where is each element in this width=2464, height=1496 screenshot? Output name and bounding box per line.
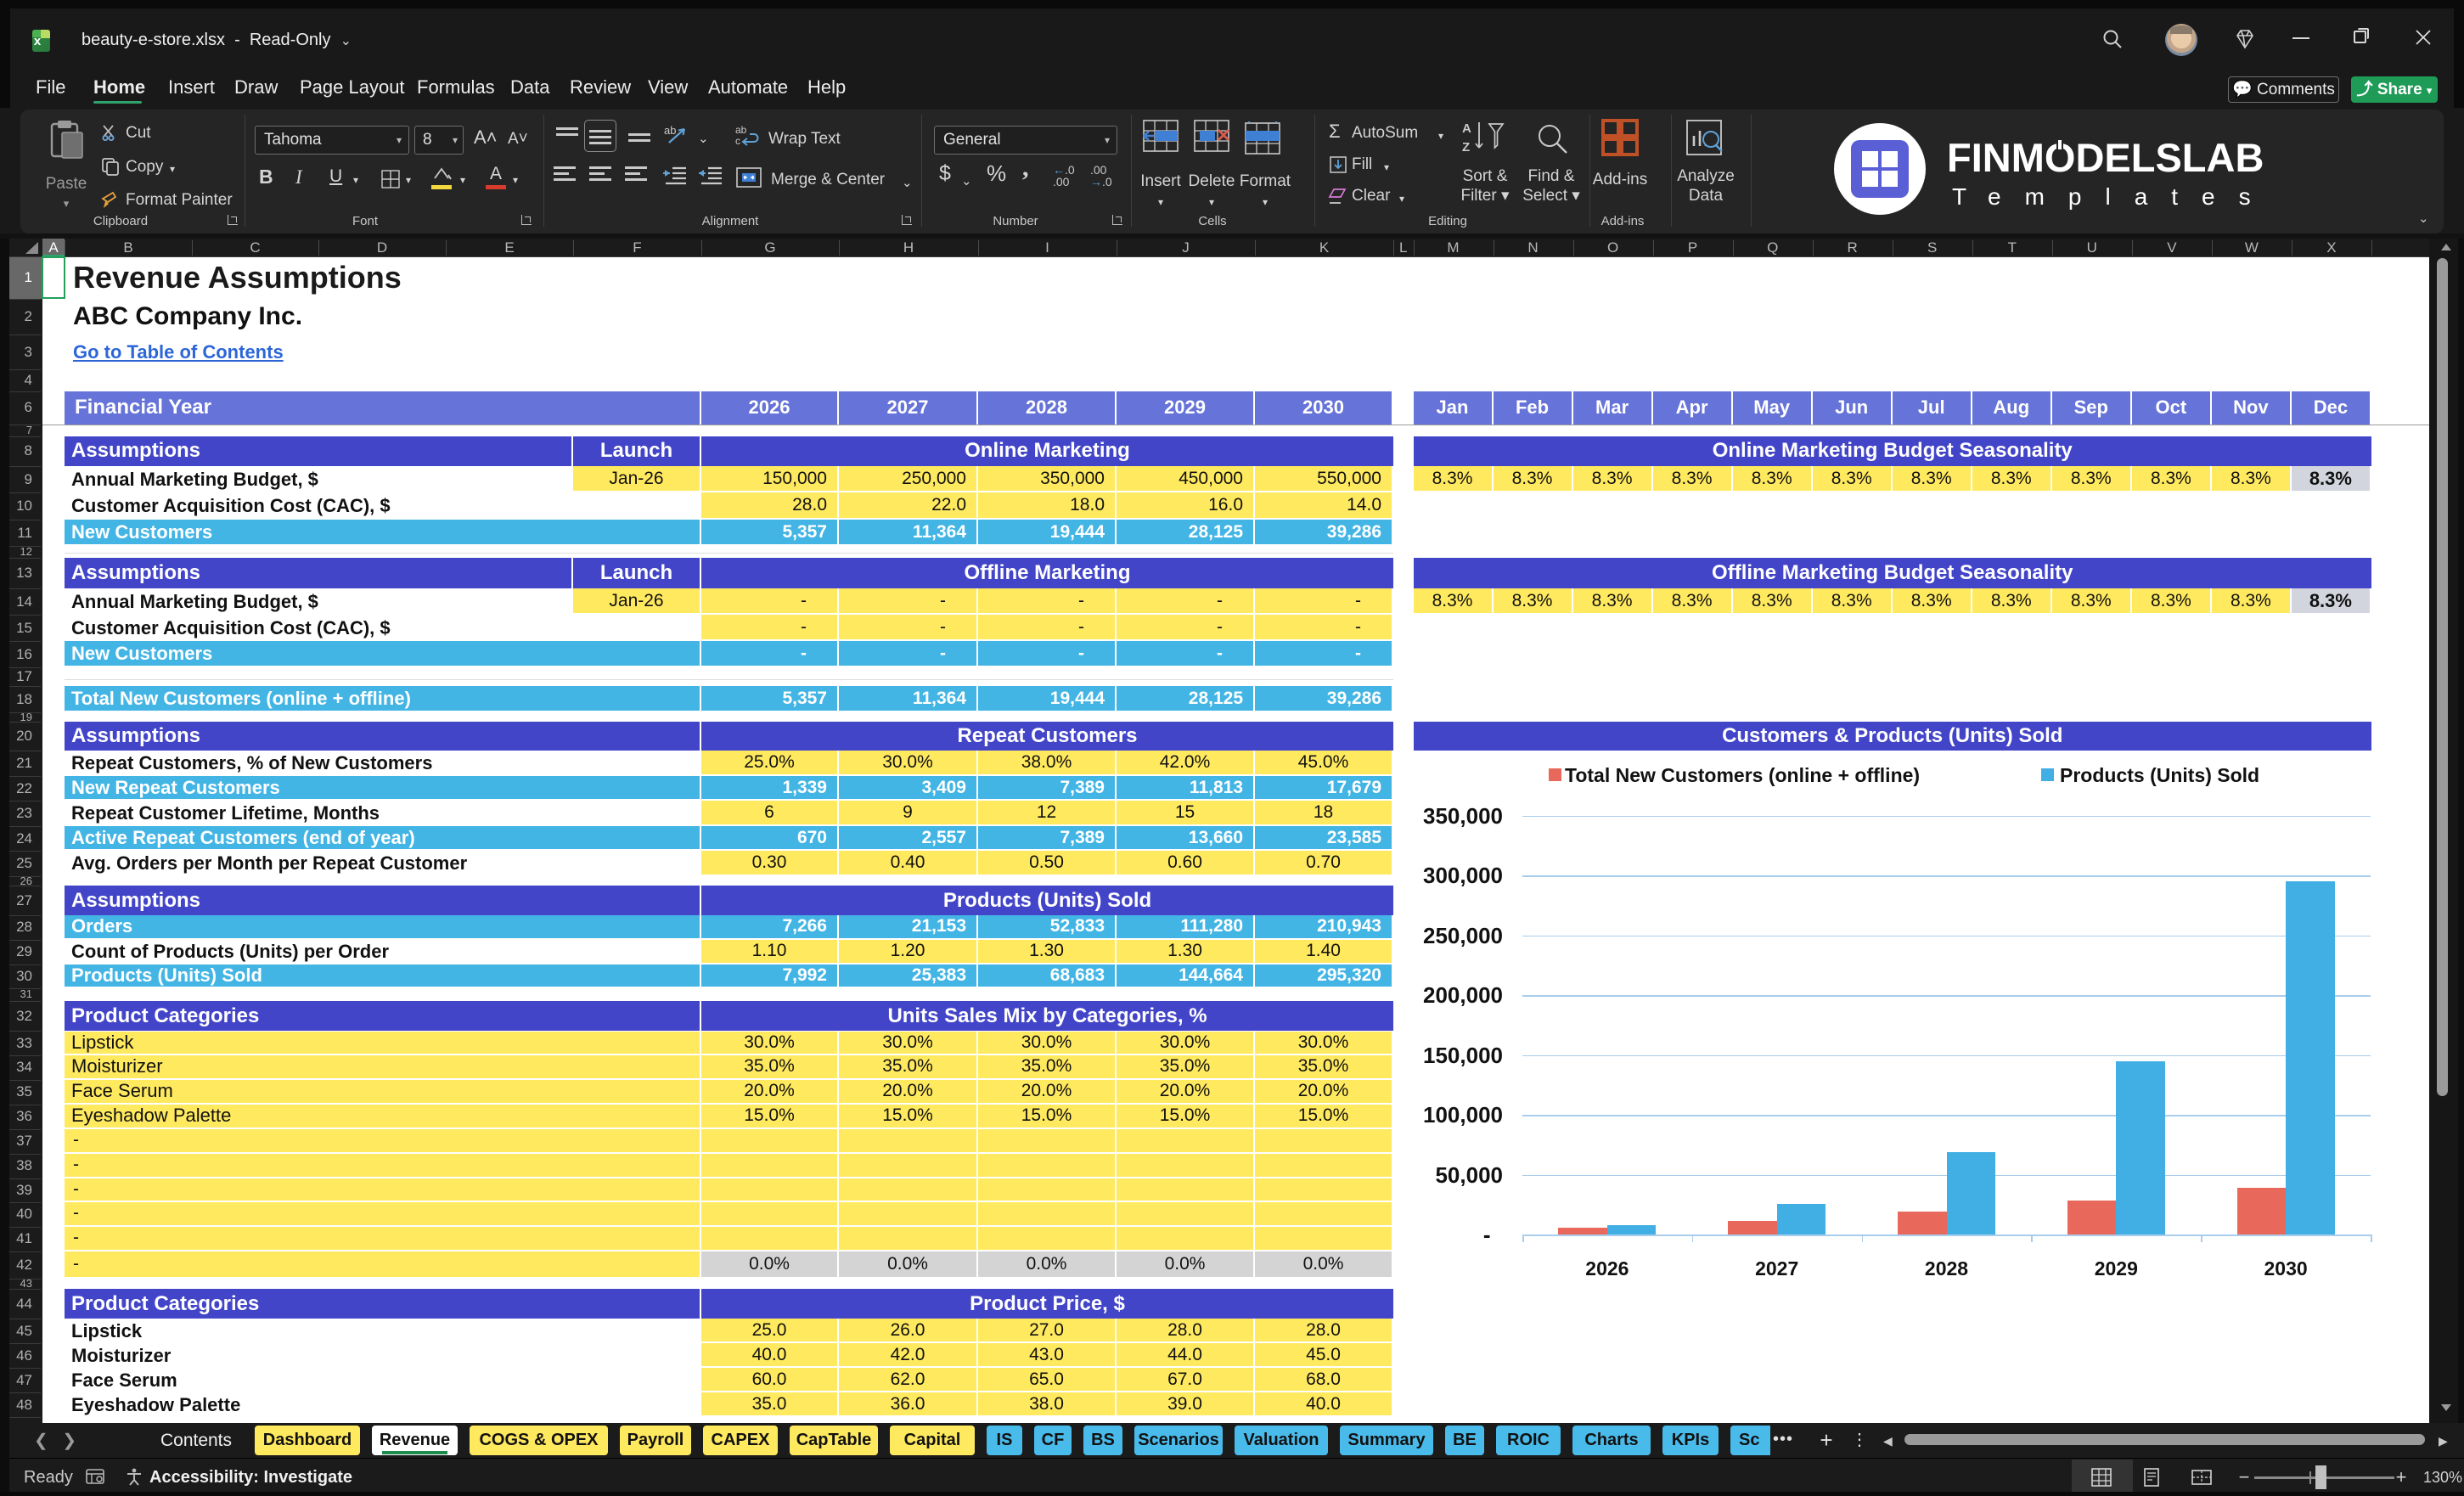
svg-text:Z: Z	[1462, 140, 1470, 155]
svg-text:ab: ab	[735, 124, 747, 136]
svg-text:A: A	[1462, 121, 1471, 136]
svg-text:ab: ab	[664, 124, 676, 137]
svg-text:c: c	[735, 135, 740, 147]
